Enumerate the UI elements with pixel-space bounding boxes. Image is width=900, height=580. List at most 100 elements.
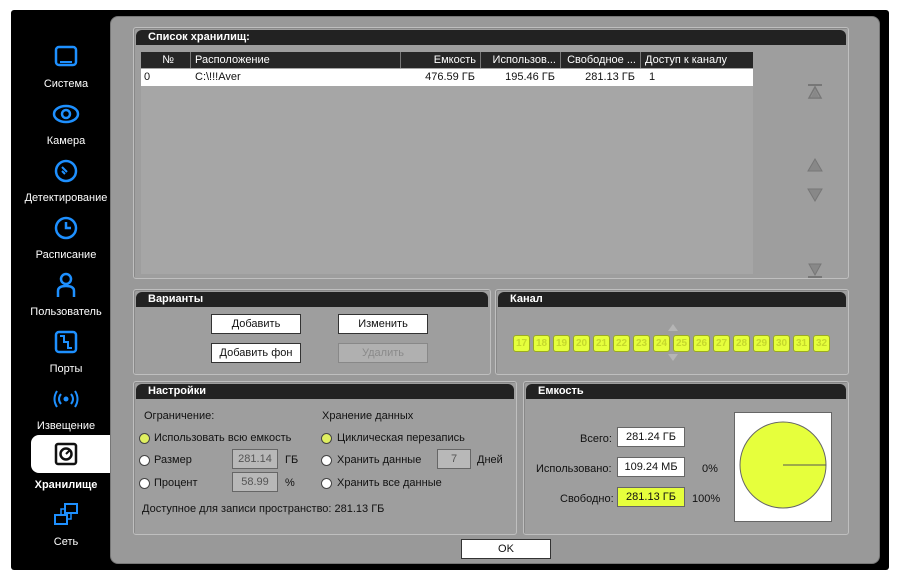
- size-radio[interactable]: [139, 455, 150, 466]
- sidebar-item-storage[interactable]: Хранилище: [11, 435, 121, 492]
- channel-button[interactable]: 21: [593, 335, 610, 352]
- channel-button[interactable]: 31: [793, 335, 810, 352]
- total-label: Всего:: [580, 433, 612, 445]
- sidebar-item-port[interactable]: Порты: [11, 325, 121, 382]
- cell-location: C:\!!!Aver: [195, 71, 241, 83]
- keep-all-radio[interactable]: [321, 478, 332, 489]
- sidebar-item-label: Камера: [46, 135, 86, 147]
- options-title: Варианты: [136, 292, 488, 307]
- network-icon: [51, 500, 81, 530]
- col-header-used[interactable]: Использов...: [481, 52, 561, 68]
- scroll-up-icon[interactable]: [807, 158, 823, 172]
- channel-button[interactable]: 29: [753, 335, 770, 352]
- eye-icon: [51, 99, 81, 129]
- percent-unit: %: [285, 477, 295, 489]
- cell-used: 195.46 ГБ: [505, 71, 555, 83]
- ok-button[interactable]: OK: [461, 539, 551, 559]
- channel-button[interactable]: 28: [733, 335, 750, 352]
- size-label[interactable]: Размер: [154, 454, 192, 466]
- channel-button[interactable]: 27: [713, 335, 730, 352]
- channel-button[interactable]: 30: [773, 335, 790, 352]
- user-icon: [51, 270, 81, 300]
- channel-down-icon[interactable]: [668, 354, 678, 361]
- free-percent: 100%: [692, 493, 721, 505]
- used-value: 109.24 МБ: [617, 457, 685, 477]
- channel-button[interactable]: 17: [513, 335, 530, 352]
- cyclic-radio[interactable]: [321, 433, 332, 444]
- use-all-label[interactable]: Использовать всю емкость: [154, 432, 291, 444]
- channel-up-icon[interactable]: [668, 324, 678, 331]
- motion-detect-icon: [51, 156, 81, 186]
- channel-button[interactable]: 18: [533, 335, 550, 352]
- used-label: Использовано:: [536, 463, 612, 475]
- clock-icon: [51, 213, 81, 243]
- monitor-icon: [51, 42, 81, 72]
- cell-capacity: 476.59 ГБ: [425, 71, 475, 83]
- sidebar-item-clock[interactable]: Расписание: [11, 211, 121, 268]
- sidebar-item-label: Порты: [49, 363, 83, 375]
- storage-icon: [51, 439, 81, 469]
- table-row[interactable]: 0 C:\!!!Aver 476.59 ГБ 195.46 ГБ 281.13 …: [141, 69, 753, 86]
- use-all-radio[interactable]: [139, 433, 150, 444]
- used-percent: 0%: [702, 463, 718, 475]
- cell-access: 1: [649, 71, 656, 83]
- total-value: 281.24 ГБ: [617, 427, 685, 447]
- percent-label[interactable]: Процент: [154, 477, 198, 489]
- percent-radio[interactable]: [139, 478, 150, 489]
- free-label: Свободно:: [560, 493, 614, 505]
- sidebar-item-broadcast[interactable]: Извещение: [11, 382, 121, 439]
- channel-button[interactable]: 24: [653, 335, 670, 352]
- sidebar-item-label: Хранилище: [34, 479, 98, 491]
- col-header-access[interactable]: Доступ к каналу: [641, 52, 753, 68]
- cell-free: 281.13 ГБ: [585, 71, 635, 83]
- sidebar-item-label: Детектирование: [24, 192, 108, 204]
- keep-data-radio[interactable]: [321, 455, 332, 466]
- cell-num: 0: [144, 71, 151, 83]
- sidebar-item-monitor[interactable]: Система: [11, 40, 121, 97]
- broadcast-icon: [51, 384, 81, 414]
- size-input[interactable]: 281.14: [232, 449, 278, 469]
- limit-label: Ограничение:: [144, 410, 215, 422]
- channel-button[interactable]: 26: [693, 335, 710, 352]
- add-background-button[interactable]: Добавить фон: [211, 343, 301, 363]
- settings-group: Настройки Ограничение: Использовать всю …: [133, 381, 517, 535]
- percent-input[interactable]: 58.99: [232, 472, 278, 492]
- scroll-top-icon[interactable]: [807, 83, 823, 99]
- col-header-location[interactable]: Расположение: [191, 52, 401, 68]
- add-button[interactable]: Добавить: [211, 314, 301, 334]
- channel-button[interactable]: 32: [813, 335, 830, 352]
- channel-button[interactable]: 20: [573, 335, 590, 352]
- channel-button[interactable]: 19: [553, 335, 570, 352]
- cyclic-label[interactable]: Циклическая перезапись: [337, 432, 465, 444]
- col-header-free[interactable]: Свободное ...: [561, 52, 641, 68]
- sidebar-item-network[interactable]: Сеть: [11, 498, 121, 555]
- storage-panel: Список хранилищ: № Расположение Емкость …: [110, 16, 880, 564]
- port-icon: [51, 327, 81, 357]
- scroll-bottom-icon[interactable]: [807, 263, 823, 279]
- pie-chart-frame: [734, 412, 832, 522]
- channel-button[interactable]: 23: [633, 335, 650, 352]
- scroll-down-icon[interactable]: [807, 188, 823, 202]
- storage-table: № Расположение Емкость Использов... Своб…: [141, 52, 753, 274]
- sidebar-item-user[interactable]: Пользователь: [11, 268, 121, 325]
- keep-data-label[interactable]: Хранить данные: [337, 454, 421, 466]
- channel-button[interactable]: 25: [673, 335, 690, 352]
- sidebar-item-motion-detect[interactable]: Детектирование: [11, 154, 121, 211]
- sidebar-item-label: Расписание: [35, 249, 97, 261]
- days-input[interactable]: 7: [437, 449, 471, 469]
- channel-group: Канал 17 18 19 20 21 22 23 24 25 26 27 28 29 30 31 32: [495, 289, 849, 375]
- col-header-capacity[interactable]: Емкость: [401, 52, 481, 68]
- channel-button[interactable]: 22: [613, 335, 630, 352]
- col-header-num[interactable]: №: [141, 52, 191, 68]
- channel-title: Канал: [498, 292, 846, 307]
- capacity-title: Емкость: [526, 384, 846, 399]
- edit-button[interactable]: Изменить: [338, 314, 428, 334]
- settings-title: Настройки: [136, 384, 514, 399]
- sidebar-item-eye[interactable]: Камера: [11, 97, 121, 154]
- delete-button[interactable]: Удалить: [338, 343, 428, 363]
- keep-all-label[interactable]: Хранить все данные: [337, 477, 442, 489]
- capacity-group: Емкость Всего: 281.24 ГБ Использовано: 1…: [523, 381, 849, 535]
- storage-list-group: Список хранилищ: № Расположение Емкость …: [133, 27, 849, 279]
- available-space-text: Доступное для записи пространство: 281.1…: [142, 503, 385, 515]
- sidebar: Система Камера Детектирование Расписание Пол…: [11, 10, 121, 570]
